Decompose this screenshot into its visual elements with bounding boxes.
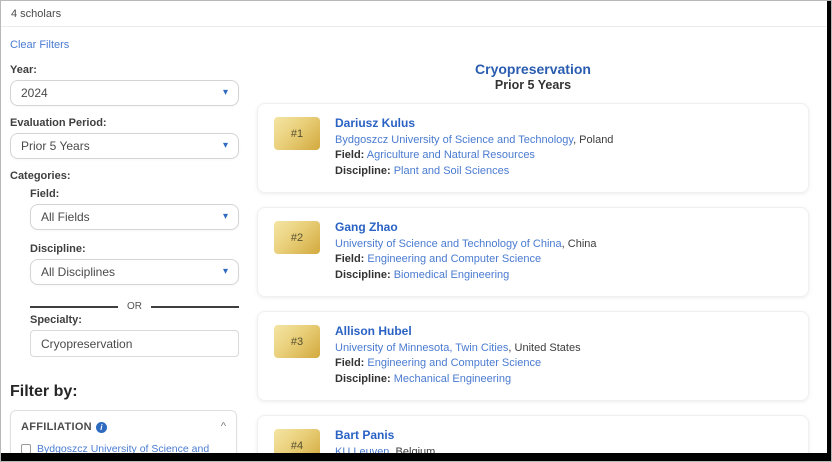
specialty-input[interactable]: [30, 330, 239, 357]
info-icon[interactable]: i: [96, 422, 107, 433]
evaluation-period-value: Prior 5 Years: [21, 139, 90, 153]
year-value: 2024: [21, 86, 48, 100]
filter-by-heading: Filter by:: [10, 383, 249, 401]
discipline-label: Discipline:: [335, 373, 391, 385]
affiliation-line: Bydgoszcz University of Science and Tech…: [335, 133, 613, 149]
year-select[interactable]: 2024 ▾: [10, 80, 239, 106]
evaluation-period-select[interactable]: Prior 5 Years ▾: [10, 133, 239, 159]
scholar-details: Gang Zhao University of Science and Tech…: [335, 220, 597, 283]
chevron-down-icon: ▾: [223, 88, 228, 98]
discipline-label: Discipline:: [30, 243, 249, 255]
scholar-card: #2 Gang Zhao University of Science and T…: [257, 207, 809, 297]
rank-badge: #1: [274, 117, 320, 150]
field-line: Field: Engineering and Computer Science: [335, 356, 581, 372]
divider-line: [151, 306, 239, 308]
specialty-label: Specialty:: [30, 314, 249, 326]
scholar-name-link[interactable]: Allison Hubel: [335, 324, 412, 340]
country-text: , China: [562, 238, 597, 250]
country-text: , Poland: [573, 134, 613, 146]
affiliation-link[interactable]: Bydgoszcz University of Science and Tech…: [335, 134, 573, 146]
affiliation-header: AFFILIATION i ^: [21, 421, 226, 433]
discipline-line: Discipline: Biomedical Engineering: [335, 268, 597, 284]
chevron-up-icon[interactable]: ^: [221, 422, 226, 433]
discipline-select[interactable]: All Disciplines ▾: [30, 259, 239, 285]
results-count-bar: 4 scholars: [1, 1, 831, 27]
field-link[interactable]: Engineering and Computer Science: [367, 253, 541, 265]
scholar-details: Allison Hubel University of Minnesota, T…: [335, 324, 581, 387]
scholar-list: #1 Dariusz Kulus Bydgoszcz University of…: [257, 103, 809, 462]
scholar-name-link[interactable]: Dariusz Kulus: [335, 116, 415, 132]
or-divider: OR: [30, 301, 239, 312]
discipline-link[interactable]: Biomedical Engineering: [394, 269, 510, 281]
year-label: Year:: [10, 64, 249, 76]
affiliation-link[interactable]: University of Science and Technology of …: [335, 238, 562, 250]
chevron-down-icon: ▾: [223, 141, 228, 151]
results-title: Cryopreservation: [257, 61, 809, 77]
chevron-down-icon: ▾: [223, 267, 228, 277]
categories-label: Categories:: [10, 170, 249, 182]
discipline-link[interactable]: Mechanical Engineering: [394, 373, 511, 385]
scholar-details: Dariusz Kulus Bydgoszcz University of Sc…: [335, 116, 613, 179]
field-label: Field:: [335, 253, 364, 265]
scholar-search-page: 4 scholars Clear Filters Year: 2024 ▾ Ev…: [0, 0, 832, 462]
discipline-line: Discipline: Plant and Soil Sciences: [335, 164, 613, 180]
field-label: Field:: [335, 149, 364, 161]
field-label: Field:: [30, 188, 249, 200]
field-link[interactable]: Engineering and Computer Science: [367, 357, 541, 369]
discipline-line: Discipline: Mechanical Engineering: [335, 372, 581, 388]
field-value: All Fields: [41, 210, 90, 224]
scholar-count: 4 scholars: [11, 8, 61, 20]
scholar-name-link[interactable]: Gang Zhao: [335, 220, 398, 236]
clear-filters-link[interactable]: Clear Filters: [10, 39, 69, 51]
results-subtitle: Prior 5 Years: [257, 78, 809, 92]
field-select[interactable]: All Fields ▾: [30, 204, 239, 230]
field-label: Field:: [335, 357, 364, 369]
scholar-card: #3 Allison Hubel University of Minnesota…: [257, 311, 809, 401]
evaluation-period-label: Evaluation Period:: [10, 117, 249, 129]
country-text: , United States: [508, 342, 580, 354]
rank-badge: #2: [274, 221, 320, 254]
affiliation-link[interactable]: University of Minnesota, Twin Cities: [335, 342, 508, 354]
divider-line: [30, 306, 118, 308]
results-title-block: Cryopreservation Prior 5 Years: [257, 61, 809, 92]
right-border: [827, 1, 831, 461]
scholar-name-link[interactable]: Bart Panis: [335, 428, 394, 444]
field-link[interactable]: Agriculture and Natural Resources: [367, 149, 535, 161]
chevron-down-icon: ▾: [223, 212, 228, 222]
discipline-link[interactable]: Plant and Soil Sciences: [394, 165, 510, 177]
bottom-border: [1, 453, 831, 461]
rank-badge: #3: [274, 325, 320, 358]
or-label: OR: [127, 301, 142, 312]
filters-sidebar: Clear Filters Year: 2024 ▾ Evaluation Pe…: [1, 27, 249, 462]
discipline-value: All Disciplines: [41, 265, 115, 279]
field-line: Field: Engineering and Computer Science: [335, 252, 597, 268]
affiliation-line: University of Minnesota, Twin Cities, Un…: [335, 341, 581, 357]
discipline-label: Discipline:: [335, 269, 391, 281]
discipline-label: Discipline:: [335, 165, 391, 177]
affiliation-title: AFFILIATION: [21, 421, 92, 433]
affiliation-line: University of Science and Technology of …: [335, 237, 597, 253]
results-panel: Cryopreservation Prior 5 Years #1 Darius…: [249, 27, 831, 462]
scholar-card: #1 Dariusz Kulus Bydgoszcz University of…: [257, 103, 809, 193]
field-line: Field: Agriculture and Natural Resources: [335, 148, 613, 164]
